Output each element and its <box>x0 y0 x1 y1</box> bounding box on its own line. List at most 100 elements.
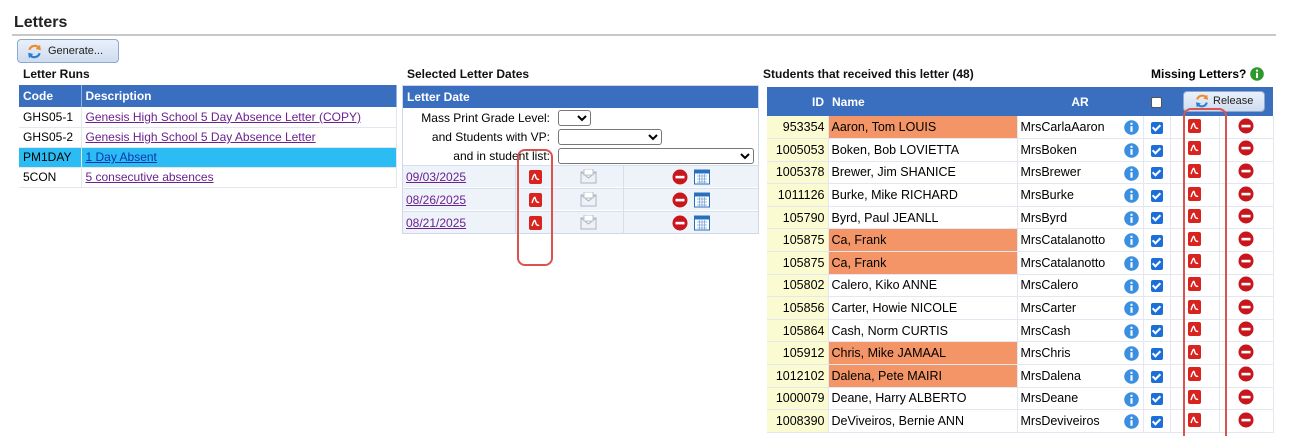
column-header-name[interactable]: Name <box>828 87 1017 116</box>
delete-icon[interactable] <box>1238 366 1254 382</box>
pdf-icon[interactable] <box>1188 163 1201 178</box>
calendar-icon[interactable] <box>694 215 710 231</box>
pdf-icon[interactable] <box>1188 209 1201 224</box>
delete-icon[interactable] <box>1238 299 1254 315</box>
info-icon[interactable] <box>1123 391 1139 407</box>
delete-icon[interactable] <box>1238 412 1254 428</box>
student-checkbox[interactable] <box>1150 234 1163 247</box>
info-icon[interactable] <box>1123 256 1139 271</box>
info-icon[interactable] <box>1123 369 1139 384</box>
pdf-icon[interactable] <box>529 216 542 230</box>
pdf-icon[interactable] <box>1188 276 1201 291</box>
student-checkbox[interactable] <box>1150 280 1163 293</box>
pdf-icon[interactable] <box>1188 299 1201 314</box>
letter-run-row[interactable]: GHS05-2 Genesis High School 5 Day Absenc… <box>19 127 397 148</box>
pdf-icon[interactable] <box>1188 118 1201 133</box>
students-header-row: ID Name AR Release <box>767 87 1273 116</box>
pdf-icon[interactable] <box>1188 231 1201 246</box>
letter-run-row-selected[interactable]: PM1DAY 1 Day Absent <box>19 147 397 168</box>
info-icon[interactable] <box>1123 346 1139 362</box>
pdf-icon[interactable] <box>529 170 542 184</box>
delete-icon[interactable] <box>672 169 688 185</box>
letter-run-link[interactable]: 1 Day Absent <box>86 150 157 164</box>
student-checkbox[interactable] <box>1150 393 1163 406</box>
student-checkbox[interactable] <box>1150 167 1163 180</box>
info-icon[interactable] <box>1123 120 1139 135</box>
column-header-ar[interactable]: AR <box>1017 87 1143 116</box>
student-checkbox[interactable] <box>1150 212 1163 225</box>
delete-icon[interactable] <box>1238 321 1254 337</box>
pdf-icon[interactable] <box>1188 141 1201 156</box>
student-checkbox[interactable] <box>1150 257 1163 270</box>
delete-icon[interactable] <box>1238 344 1254 360</box>
letter-run-link[interactable]: Genesis High School 5 Day Absence Letter <box>86 130 316 144</box>
student-checkbox[interactable] <box>1150 189 1163 202</box>
grade-level-select[interactable] <box>558 110 591 126</box>
info-icon[interactable] <box>1123 188 1139 204</box>
delete-icon[interactable] <box>1238 276 1254 292</box>
info-icon[interactable] <box>1123 414 1139 430</box>
select-all-checkbox[interactable] <box>1151 96 1162 108</box>
pdf-icon[interactable] <box>1188 367 1201 382</box>
missing-letters: Missing Letters? <box>1151 67 1265 81</box>
email-icon[interactable] <box>580 215 597 230</box>
letter-date-link[interactable]: 09/03/2025 <box>406 170 466 184</box>
pdf-icon[interactable] <box>1188 322 1201 337</box>
info-icon[interactable] <box>1123 278 1139 294</box>
letter-run-link[interactable]: Genesis High School 5 Day Absence Letter… <box>86 110 361 124</box>
letter-dates-panel: Letter Date Mass Print Grade Level: and … <box>402 85 759 234</box>
student-checkbox-cell <box>1143 296 1171 320</box>
student-pdf-cell <box>1170 364 1220 388</box>
delete-icon[interactable] <box>672 192 688 208</box>
student-id: 105875 <box>767 228 829 253</box>
student-checkbox-cell <box>1143 116 1171 140</box>
student-pdf-cell <box>1170 138 1220 162</box>
letter-run-row[interactable]: GHS05-1 Genesis High School 5 Day Absenc… <box>19 107 397 128</box>
delete-icon[interactable] <box>1238 231 1254 247</box>
student-checkbox[interactable] <box>1150 347 1163 360</box>
student-checkbox[interactable] <box>1150 325 1163 338</box>
student-name: Brewer, Jim SHANICE <box>828 161 1018 185</box>
student-checkbox[interactable] <box>1150 302 1163 315</box>
letter-date-link[interactable]: 08/21/2025 <box>406 216 466 230</box>
delete-icon[interactable] <box>672 215 688 231</box>
delete-icon[interactable] <box>1238 253 1254 269</box>
delete-icon[interactable] <box>1238 208 1254 224</box>
delete-icon[interactable] <box>1238 389 1254 405</box>
release-button[interactable]: Release <box>1183 90 1265 112</box>
delete-icon[interactable] <box>1238 140 1254 156</box>
letter-date-link[interactable]: 08/26/2025 <box>406 193 466 207</box>
letter-run-link[interactable]: 5 consecutive absences <box>86 170 214 184</box>
info-icon[interactable] <box>1123 143 1139 158</box>
student-checkbox[interactable] <box>1150 370 1163 383</box>
email-icon[interactable] <box>580 192 597 207</box>
email-icon[interactable] <box>580 169 597 184</box>
student-checkbox[interactable] <box>1150 415 1163 428</box>
calendar-icon[interactable] <box>694 169 710 185</box>
student-list-select[interactable] <box>558 148 754 164</box>
pdf-icon[interactable] <box>1188 254 1201 269</box>
letter-run-row[interactable]: 5CON 5 consecutive absences <box>19 167 397 188</box>
pdf-icon[interactable] <box>529 193 542 207</box>
delete-icon[interactable] <box>1238 186 1254 202</box>
pdf-icon[interactable] <box>1188 344 1201 359</box>
student-checkbox[interactable] <box>1150 144 1163 157</box>
student-checkbox[interactable] <box>1150 121 1163 134</box>
student-name: Byrd, Paul JEANLL <box>828 206 1018 230</box>
generate-button[interactable]: Generate... <box>17 39 119 63</box>
student-id: 1008390 <box>767 409 829 433</box>
info-icon[interactable] <box>1250 67 1265 81</box>
pdf-icon[interactable] <box>1188 412 1201 427</box>
vp-select[interactable] <box>558 129 662 145</box>
info-icon[interactable] <box>1123 301 1139 317</box>
info-icon[interactable] <box>1123 211 1139 226</box>
info-icon[interactable] <box>1123 233 1139 249</box>
delete-icon[interactable] <box>1238 118 1254 134</box>
pdf-icon[interactable] <box>1188 186 1201 201</box>
pdf-icon[interactable] <box>1188 389 1201 404</box>
calendar-icon[interactable] <box>694 192 710 208</box>
info-icon[interactable] <box>1123 324 1139 339</box>
info-icon[interactable] <box>1123 165 1139 181</box>
delete-icon[interactable] <box>1238 163 1254 179</box>
column-header-id[interactable]: ID <box>767 87 828 116</box>
